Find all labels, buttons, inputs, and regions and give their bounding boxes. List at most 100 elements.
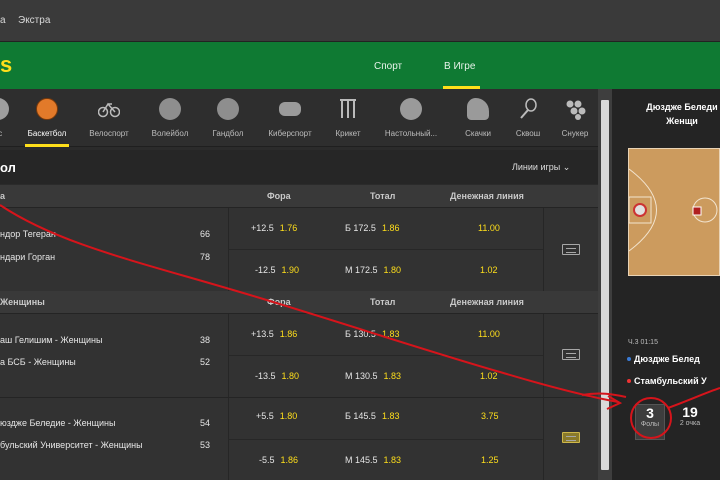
sport-cricket[interactable]: Крикет [318, 89, 378, 147]
handicap-value: -12.5 [255, 265, 276, 275]
table-tennis-icon [400, 98, 422, 120]
odds-value: 1.80 [383, 265, 402, 275]
sport-volleyball[interactable]: Волейбол [140, 89, 200, 147]
team-score: 78 [200, 252, 211, 262]
divider [543, 208, 544, 291]
handicap-value: -5.5 [259, 455, 275, 465]
total-value: М 130.5 [345, 371, 378, 381]
odds-value: 1.90 [281, 265, 300, 275]
handicap-value: +12.5 [251, 223, 274, 233]
total-value: Б 130.5 [345, 329, 376, 339]
team2-marker [627, 379, 631, 383]
top-link-extra[interactable]: Экстра [18, 15, 50, 26]
top-link[interactable]: а [0, 15, 6, 26]
period-time: Ч.3 01:15 [628, 339, 658, 346]
team-score: 52 [200, 357, 211, 367]
odds-value: 1.83 [381, 329, 400, 339]
stat-caption: 2 очка [679, 420, 701, 427]
stat-value: 19 [682, 404, 698, 420]
live-team-name: Стамбульский У [634, 376, 707, 386]
sport-cycling[interactable]: Велоспорт [79, 89, 139, 147]
league-name: Женщины [0, 297, 45, 307]
league-header[interactable]: а Фора Тотал Денежная линия [0, 185, 598, 207]
live-stream-icon[interactable] [562, 349, 580, 360]
section-header: ол Линии игры ⌄ [0, 150, 598, 184]
odds-value: 1.83 [383, 455, 402, 465]
sport-label: Киберспорт [268, 129, 312, 138]
stat-value: 3 [646, 405, 654, 421]
sport-handball[interactable]: Гандбол [198, 89, 258, 147]
odds-value: 1.86 [280, 455, 299, 465]
nav-in-play[interactable]: В Игре [444, 61, 475, 72]
team-name[interactable]: аш Гелишим - Женщины [0, 335, 102, 345]
basketball-court-graphic [628, 148, 720, 276]
sport-esports[interactable]: Киберспорт [260, 89, 320, 147]
handicap-cell[interactable]: +5.5 1.80 [256, 411, 297, 421]
snooker-icon [564, 98, 586, 120]
handicap-cell[interactable]: -13.5 1.80 [255, 371, 299, 381]
nav-sport[interactable]: Спорт [374, 61, 402, 72]
team-name[interactable]: а БСБ - Женщины [0, 357, 76, 367]
total-cell[interactable]: М 172.5 1.80 [345, 265, 401, 275]
team-name[interactable]: бульский Университет - Женщины [0, 440, 143, 450]
lines-dropdown[interactable]: Линии игры ⌄ [512, 162, 570, 173]
total-cell[interactable]: М 145.5 1.83 [345, 455, 401, 465]
sport-label: Баскетбол [27, 129, 67, 138]
moneyline-cell[interactable]: 1.02 [480, 265, 498, 275]
match-row: юздже Беледие - Женщины 54 бульский Унив… [0, 397, 598, 480]
team-name[interactable]: юздже Беледие - Женщины [0, 418, 115, 428]
col-fora: Фора [267, 297, 291, 307]
sport-label: Велоспорт [89, 129, 129, 138]
total-cell[interactable]: М 130.5 1.83 [345, 371, 401, 381]
handicap-value: +13.5 [251, 329, 274, 339]
sport-label: Снукер [561, 129, 589, 138]
volleyball-icon [159, 98, 181, 120]
odds-value: 1.83 [383, 371, 402, 381]
moneyline-cell[interactable]: 11.00 [478, 329, 500, 339]
brand-logo[interactable]: s [0, 52, 12, 78]
tennis-ball-icon [0, 98, 9, 120]
handicap-cell[interactable]: -12.5 1.90 [255, 265, 299, 275]
sports-bar: ес Баскетбол Велоспорт Волейбол Гандбол … [0, 89, 598, 147]
divider [543, 314, 544, 397]
total-value: М 145.5 [345, 455, 378, 465]
col-total: Тотал [370, 297, 396, 307]
odds-value: 1.86 [279, 329, 298, 339]
col-fora: Фора [267, 191, 291, 201]
sport-label: Настольный... [384, 129, 438, 138]
moneyline-cell[interactable]: 1.25 [481, 455, 499, 465]
live-match-title: Дюздже Беледи Женщи [637, 100, 720, 128]
handicap-cell[interactable]: -5.5 1.86 [259, 455, 298, 465]
moneyline-cell[interactable]: 1.02 [480, 371, 498, 381]
live-stream-icon[interactable] [562, 432, 580, 443]
live-match-title-line: Женщи [666, 116, 698, 126]
sport-basketball[interactable]: Баскетбол [17, 89, 77, 147]
handicap-value: -13.5 [255, 371, 276, 381]
gamepad-icon [279, 102, 301, 116]
moneyline-cell[interactable]: 3.75 [481, 411, 499, 421]
sport-snooker[interactable]: Снукер [545, 89, 605, 147]
bicycle-icon [97, 98, 121, 120]
stat-fouls[interactable]: 3 Фолы [635, 404, 665, 440]
sport-label: Гандбол [212, 129, 244, 138]
total-cell[interactable]: Б 172.5 1.86 [345, 223, 399, 233]
main-header [0, 42, 720, 89]
total-cell[interactable]: Б 130.5 1.83 [345, 329, 399, 339]
scrollbar-thumb[interactable] [601, 100, 609, 470]
sport-table-tennis[interactable]: Настольный... [381, 89, 441, 147]
lines-dropdown-label: Линии игры [512, 162, 561, 172]
stat-two-points[interactable]: 19 2 очка [675, 404, 705, 427]
divider [543, 398, 544, 480]
league-header[interactable]: Женщины Фора Тотал Денежная линия [0, 291, 598, 313]
team-name[interactable]: ндари Горган [0, 252, 55, 262]
odds-value: 1.76 [279, 223, 298, 233]
odds-value: 1.86 [381, 223, 400, 233]
handicap-cell[interactable]: +12.5 1.76 [251, 223, 297, 233]
odds-value: 1.80 [281, 371, 300, 381]
total-cell[interactable]: Б 145.5 1.83 [345, 411, 399, 421]
handicap-cell[interactable]: +13.5 1.86 [251, 329, 297, 339]
team-name[interactable]: ндор Тегеран [0, 229, 56, 239]
live-team-name: Дюздже Белед [634, 354, 700, 364]
live-stream-icon[interactable] [562, 244, 580, 255]
moneyline-cell[interactable]: 11.00 [478, 223, 500, 233]
